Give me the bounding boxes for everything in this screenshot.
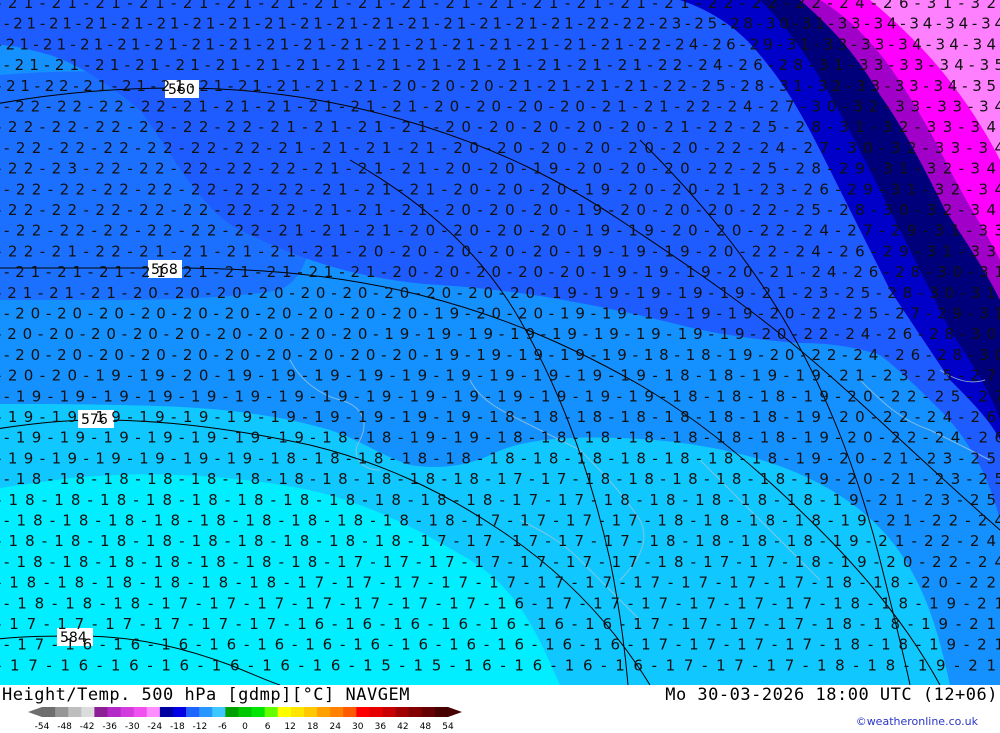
credit-link[interactable]: ©weatheronline.co.uk	[856, 715, 978, 728]
temperature-row: -22-22-22-22-22-22-21-21-21-21-20-20-20-…	[4, 139, 1000, 157]
map-datetime: Mo 30-03-2026 18:00 UTC (12+06)	[665, 685, 998, 705]
temperature-row: -21-21-21-21-21-21-21-21-21-21-21-21-21-…	[4, 56, 1000, 74]
legend-tick-label: 0	[242, 722, 248, 731]
legend-swatch	[199, 707, 213, 717]
legend-swatch	[120, 707, 135, 717]
legend-tick-label: -36	[102, 722, 117, 731]
legend-tick-label: 54	[442, 722, 454, 731]
legend-tick-label: -18	[170, 722, 185, 731]
legend-swatch	[317, 707, 331, 717]
legend-swatch	[277, 707, 292, 717]
legend-swatch	[330, 707, 344, 717]
temperature-row: -20-20-20-20-20-20-20-20-20-19-19-19-19-…	[0, 325, 996, 343]
legend-swatch	[434, 707, 449, 717]
legend-swatch	[303, 707, 318, 717]
legend-tick-label: 6	[265, 722, 271, 731]
legend-swatch	[238, 707, 253, 717]
legend-swatch	[290, 707, 305, 717]
legend-tick-label: 42	[397, 722, 408, 731]
color-legend: -54 -48 -42 -36 -30 -24 -18 -12 -6 0 6 12 18 24 30 36 42…	[28, 707, 462, 731]
temperature-row: -18-18-18-17-17-17-17-17-17-17-16-17-17-…	[4, 594, 1000, 612]
legend-swatch	[172, 707, 187, 717]
legend-swatch	[264, 707, 279, 717]
legend-swatch	[186, 707, 200, 717]
temperature-row: -22-22-22-22-22-22-22-21-21-21-20-20-20-…	[4, 180, 1000, 198]
temperature-row: -18-18-18-18-18-18-18-18-18-18-18-17-17-…	[4, 470, 1000, 488]
legend-tick-label: -30	[125, 722, 140, 731]
legend-swatch	[251, 707, 266, 717]
legend-tick-label: -24	[147, 722, 162, 731]
legend-swatch	[42, 707, 56, 717]
temperature-row: -19-19-19-19-19-19-19-19-19-19-19-19-19-…	[4, 387, 1000, 405]
legend-swatch	[159, 707, 174, 717]
legend-swatch	[81, 707, 95, 717]
legend-tick-label: -48	[57, 722, 72, 731]
legend-tick-label: 24	[329, 722, 341, 731]
legend-tick-label: 18	[307, 722, 319, 731]
legend-swatch	[94, 707, 108, 717]
temperature-row: -21-21-21-20-20-20-20-20-20-20-20-20-20-…	[0, 284, 996, 302]
legend-swatch	[146, 707, 161, 717]
legend-swatch	[133, 707, 148, 717]
legend-tick-label: 48	[420, 722, 432, 731]
legend-swatch	[343, 707, 357, 717]
legend-swatch	[212, 707, 226, 717]
legend-tick-label: 12	[284, 722, 295, 731]
legend-tick-label: 36	[375, 722, 387, 731]
legend-tick-label: 30	[352, 722, 364, 731]
legend-ticks: -54 -48 -42 -36 -30 -24 -18 -12 -6 0 6 12 18 24 30 36 42…	[35, 722, 454, 731]
legend-swatch	[356, 707, 370, 717]
legend-tick-label: -54	[35, 722, 50, 731]
temperature-row: -21-21-21-21-21-21-21-21-21-21-21-21-21-…	[0, 35, 996, 53]
legend-tick-label: -42	[80, 722, 95, 731]
legend-swatch	[68, 707, 82, 717]
legend-swatch	[421, 707, 436, 717]
legend-swatch	[369, 707, 384, 717]
temperature-row: -22-22-22-22-22-22-21-21-21-20-20-20-20-…	[4, 222, 1000, 240]
legend-tick-label: -6	[218, 722, 227, 731]
legend-swatch	[55, 707, 69, 717]
legend-arrow-right	[448, 707, 462, 717]
legend-swatch	[225, 707, 239, 717]
legend-swatch	[395, 707, 410, 717]
weather-map: 560 568 576 584 -21-21-21-21-21-21-21-21…	[0, 0, 1000, 685]
legend-arrow-left	[28, 707, 42, 717]
legend-tick-label: -12	[193, 722, 208, 731]
legend-swatch	[408, 707, 423, 717]
temperature-row: -19-19-19-19-19-19-19-18-18-19-19-18-18-…	[4, 429, 1000, 447]
temperature-row: -17-16-16-16-16-16-16-16-16-16-16-16-16-…	[4, 636, 1000, 654]
map-title: Height/Temp. 500 hPa [gdmp][°C] NAVGEM	[2, 685, 410, 705]
footer: Height/Temp. 500 hPa [gdmp][°C] NAVGEM M…	[0, 685, 1000, 733]
legend-swatches	[28, 707, 462, 717]
legend-swatch	[107, 707, 122, 717]
legend-swatch	[382, 707, 397, 717]
